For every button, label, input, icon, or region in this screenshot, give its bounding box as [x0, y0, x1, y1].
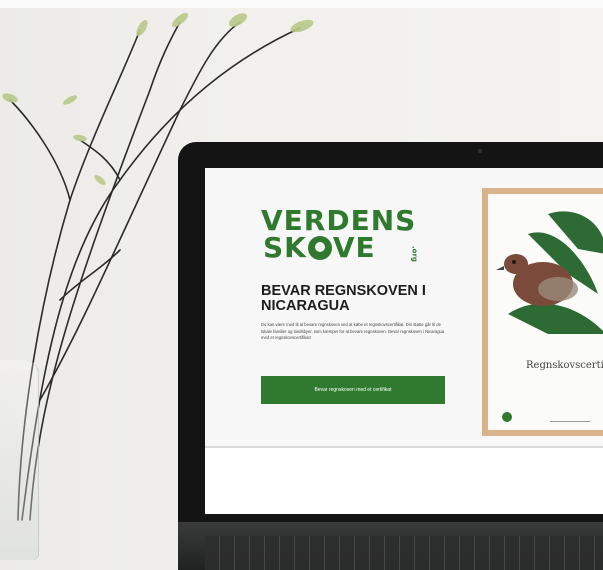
certificate-poster: Regnskovscertifikat — [488, 194, 603, 430]
certificate-signature — [550, 409, 590, 422]
bird-illustration — [496, 211, 603, 334]
certificate-title: Regnskovscertifikat — [526, 360, 603, 371]
logo-tree-icon — [307, 235, 332, 260]
laptop-screen: VERDENS SK VE .org BEVAR REGNSKOVEN I NIC… — [205, 168, 603, 514]
intro-text: Du kan være med til at bevare regnskoven… — [261, 322, 445, 340]
laptop-keyboard — [205, 536, 603, 570]
section-divider — [205, 446, 603, 448]
website-hero: VERDENS SK VE .org BEVAR REGNSKOVEN I NIC… — [205, 168, 603, 446]
page-headline: BEVAR REGNSKOVEN I NICARAGUA — [261, 283, 426, 315]
laptop-camera — [478, 149, 482, 153]
photo-background: VERDENS SK VE .org BEVAR REGNSKOVEN I NIC… — [0, 0, 603, 570]
buy-certificate-button[interactable]: Bevar regnskoven med et certifikat — [261, 376, 445, 404]
glass-vase — [0, 360, 39, 560]
certificate-seal-icon — [502, 412, 512, 422]
verdens-skove-logo: VERDENS SK VE .org — [261, 204, 419, 264]
